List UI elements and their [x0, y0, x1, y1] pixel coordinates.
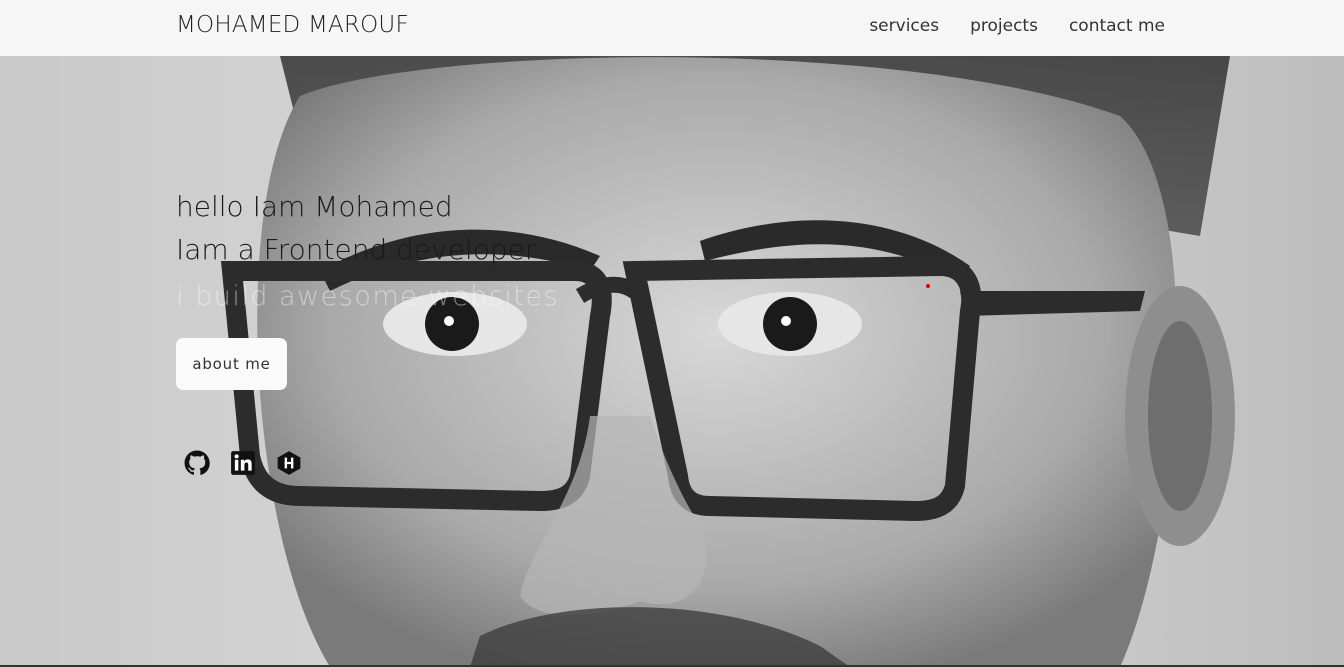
hero-tagline: i build awesome websites: [176, 281, 560, 312]
nav-link-contact[interactable]: contact me: [1069, 16, 1165, 36]
github-icon[interactable]: [184, 450, 210, 476]
nav-link-projects[interactable]: projects: [970, 16, 1038, 36]
brand-logo[interactable]: MOHAMED MAROUF: [176, 12, 409, 38]
social-links: [184, 450, 302, 476]
red-dot: [926, 284, 930, 288]
nav-links: services projects contact me: [869, 16, 1165, 36]
nav-link-services[interactable]: services: [869, 16, 939, 36]
navbar: MOHAMED MAROUF services projects contact…: [0, 0, 1344, 56]
hero-text: hello Iam Mohamed Iam a Frontend develop…: [176, 185, 559, 312]
hero-greeting: hello Iam Mohamed: [176, 190, 453, 223]
about-me-button[interactable]: about me: [176, 338, 287, 390]
hashnode-icon[interactable]: [276, 450, 302, 476]
linkedin-icon[interactable]: [230, 450, 256, 476]
hero-role: Iam a Frontend developer: [176, 233, 537, 266]
